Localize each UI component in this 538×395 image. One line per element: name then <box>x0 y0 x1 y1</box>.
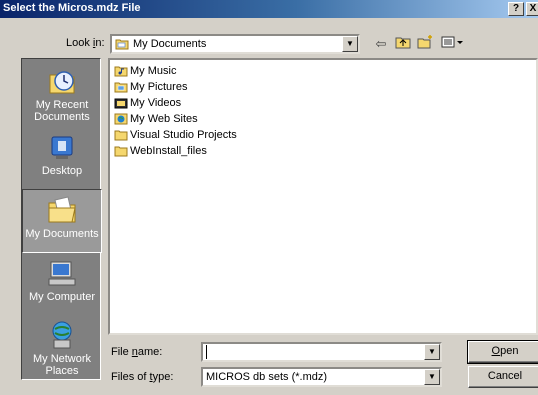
place-my-network-places[interactable]: My Network Places <box>22 315 102 379</box>
help-button[interactable]: ? <box>508 2 524 16</box>
chevron-down-icon[interactable]: ▼ <box>342 36 358 52</box>
place-desktop[interactable]: Desktop <box>22 127 102 191</box>
look-in-label: Look in: <box>66 37 105 49</box>
videos-folder-icon <box>114 98 128 109</box>
title-bar[interactable]: Select the Micros.mdz File ? X <box>0 0 538 18</box>
desktop-icon <box>51 136 73 159</box>
places-bar: My Recent Documents Desktop My Documents… <box>21 58 102 380</box>
place-label: My Network Places <box>32 353 92 377</box>
new-folder-icon[interactable] <box>416 35 434 53</box>
network-places-icon <box>52 321 72 349</box>
folder-icon <box>114 146 128 157</box>
file-name-field[interactable]: ▼ <box>201 342 442 362</box>
place-label: My Recent Documents <box>34 99 90 123</box>
place-my-computer[interactable]: My Computer <box>22 253 102 317</box>
chevron-down-icon[interactable]: ▼ <box>424 344 440 360</box>
up-folder-icon[interactable] <box>394 35 412 53</box>
cancel-button[interactable]: Cancel <box>468 366 538 388</box>
look-in-value: My Documents <box>133 38 207 50</box>
file-list[interactable]: My Music My Pictures My Videos My Web Si… <box>108 58 538 335</box>
file-type-label: Files of type: <box>111 371 174 383</box>
back-arrow-icon[interactable]: ⇦ <box>372 35 390 53</box>
web-sites-folder-icon <box>114 113 128 125</box>
views-menu-icon[interactable] <box>440 35 466 53</box>
folder-icon <box>114 130 128 141</box>
text-caret <box>206 345 207 359</box>
pictures-folder-icon <box>114 82 128 93</box>
my-documents-icon <box>115 39 129 50</box>
chevron-down-icon[interactable]: ▼ <box>424 369 440 385</box>
file-type-dropdown[interactable]: MICROS db sets (*.mdz) ▼ <box>201 367 442 387</box>
look-in-dropdown[interactable]: My Documents ▼ <box>110 34 360 54</box>
music-folder-icon <box>114 66 128 77</box>
file-name-label: File name: <box>111 346 163 358</box>
my-documents-icon <box>48 196 76 223</box>
recent-documents-icon <box>49 71 75 94</box>
window-title: Select the Micros.mdz File <box>3 2 141 14</box>
place-my-recent-documents[interactable]: My Recent Documents <box>22 61 102 125</box>
place-my-documents[interactable]: My Documents <box>22 189 102 253</box>
open-button[interactable]: Open <box>467 340 538 364</box>
place-label: Desktop <box>41 165 83 177</box>
place-label: My Computer <box>28 291 96 303</box>
place-label: My Documents <box>25 228 99 240</box>
my-computer-icon <box>48 261 76 286</box>
close-button[interactable]: X <box>526 2 538 16</box>
